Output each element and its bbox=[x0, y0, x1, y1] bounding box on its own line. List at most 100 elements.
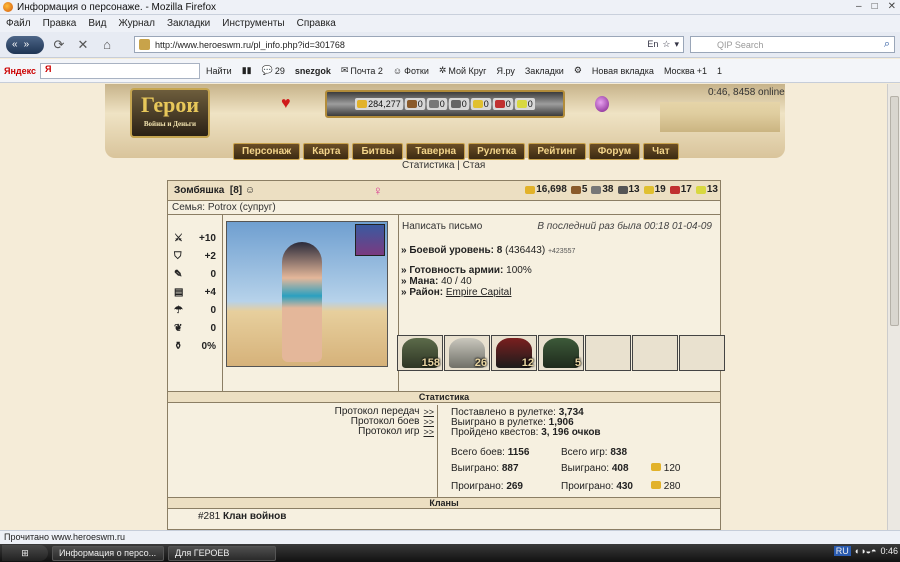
page-content: Герои Войны и Деньги ♥ 284,277 0 0 0 0 0 … bbox=[0, 84, 887, 530]
lang-indicator-tray[interactable]: RU bbox=[833, 546, 851, 556]
menu-chat[interactable]: Чат bbox=[643, 143, 679, 160]
circle-item[interactable]: ✲ Мой Круг bbox=[439, 65, 487, 76]
url-bar[interactable]: http://www.heroeswm.ru/pl_info.php?id=30… bbox=[134, 36, 684, 53]
menu-bookmarks[interactable]: Закладки bbox=[167, 18, 210, 29]
player-sulfur: 19 bbox=[643, 184, 666, 195]
newtab-item[interactable]: Новая вкладка bbox=[592, 66, 654, 76]
chart-icon[interactable]: ▮▮ bbox=[242, 65, 252, 76]
menu-view[interactable]: Вид bbox=[88, 18, 106, 29]
menu-battles[interactable]: Битвы bbox=[352, 143, 404, 160]
book-icon: ▤ bbox=[174, 286, 184, 298]
player-wood: 5 bbox=[570, 184, 587, 195]
district-link[interactable]: Empire Capital bbox=[446, 287, 512, 298]
protocol-row: Протокол игр >> bbox=[358, 426, 434, 438]
attributes-column: ⚔ +10 ⛉ +2 ✎ 0 ▤ +4 ☂ 0 ❦ 0 ⚱ 0% bbox=[168, 215, 223, 391]
url-text[interactable]: http://www.heroeswm.ru/pl_info.php?id=30… bbox=[155, 40, 345, 50]
character-header: Зомбяшка [8] ☺ ♀ 16,698 5 38 13 19 17 13 bbox=[168, 181, 720, 201]
menu-map[interactable]: Карта bbox=[303, 143, 350, 160]
combat-level-line: » Боевой уровень: 8 (436443) +423557 bbox=[401, 245, 576, 256]
menu-forum[interactable]: Форум bbox=[588, 143, 641, 160]
menu-roulette[interactable]: Рулетка bbox=[468, 143, 526, 160]
menu-help[interactable]: Справка bbox=[297, 18, 336, 29]
yandex-search-input[interactable]: Я bbox=[40, 62, 201, 79]
mail-item[interactable]: ✉ Почта 2 bbox=[341, 65, 383, 76]
army-slot[interactable]: 158 bbox=[397, 335, 443, 371]
spellbook-icon[interactable] bbox=[355, 224, 385, 256]
site-icon bbox=[139, 39, 150, 50]
crystal-resource: 0 bbox=[492, 98, 513, 110]
menu-character[interactable]: Персонаж bbox=[233, 143, 301, 160]
army-slot[interactable]: 12 bbox=[491, 335, 537, 371]
gear-icon[interactable]: ⚙ bbox=[574, 65, 582, 76]
game-logo[interactable]: Герои Войны и Деньги bbox=[130, 88, 210, 138]
stats-header: Статистика bbox=[168, 391, 720, 403]
yandex-logo[interactable]: Яндекс bbox=[4, 66, 36, 76]
window-controls[interactable]: – □ ✕ bbox=[856, 1, 896, 12]
sulfur-resource: 0 bbox=[470, 98, 491, 110]
heart-icon[interactable]: ♥ bbox=[281, 95, 291, 113]
star-icon[interactable]: ☆ bbox=[662, 39, 670, 50]
army-slot[interactable] bbox=[679, 335, 725, 371]
photo-icon: ☺ bbox=[392, 65, 403, 76]
total-games: Всего игр: 838 bbox=[561, 447, 628, 458]
yandex-toolbar: Яндекс Я Найти ▮▮ 💬 29 snezgok ✉ Почта 2 ☺… bbox=[0, 59, 900, 83]
mana-line: » Мана: 40 / 40 bbox=[401, 276, 472, 287]
yaru-item[interactable]: Я.ру bbox=[496, 66, 514, 76]
count-item[interactable]: 1 bbox=[717, 66, 722, 76]
bookmarks-item[interactable]: Закладки bbox=[525, 66, 564, 76]
battles-link[interactable]: >> bbox=[423, 417, 434, 427]
vertical-scrollbar[interactable] bbox=[887, 84, 900, 530]
character-card: Зомбяшка [8] ☺ ♀ 16,698 5 38 13 19 17 13… bbox=[167, 180, 725, 530]
character-portrait bbox=[226, 221, 388, 367]
clans-header: Кланы bbox=[168, 497, 720, 509]
army-slot[interactable]: 5 bbox=[538, 335, 584, 371]
task-firefox[interactable]: Информация о персо... bbox=[52, 545, 164, 561]
circle-icon: ✲ bbox=[438, 65, 447, 75]
photos-item[interactable]: ☺ Фотки bbox=[393, 66, 429, 76]
menu-edit[interactable]: Правка bbox=[43, 18, 77, 29]
home-icon[interactable]: ⌂ bbox=[98, 36, 116, 54]
dropdown-icon[interactable]: ▾ bbox=[674, 39, 679, 50]
start-button[interactable]: ⊞ bbox=[2, 545, 48, 561]
yandex-go-button[interactable]: Найти bbox=[206, 66, 232, 76]
menu-history[interactable]: Журнал bbox=[118, 18, 155, 29]
army-slot[interactable] bbox=[585, 335, 631, 371]
user-item[interactable]: snezgok bbox=[295, 66, 331, 76]
knowledge-attr: ▤ +4 bbox=[174, 286, 216, 298]
tray-icons[interactable]: ◐◑◒◓ bbox=[855, 546, 877, 556]
transfers-link[interactable]: >> bbox=[423, 407, 434, 417]
comment-icon: 💬 bbox=[261, 65, 273, 75]
reload-icon[interactable]: ⟳ bbox=[50, 36, 68, 54]
district-line: » Район: Empire Capital bbox=[401, 287, 512, 298]
army-slot[interactable]: 26 bbox=[444, 335, 490, 371]
game-menu: Персонаж Карта Битвы Таверна Рулетка Рей… bbox=[233, 143, 679, 160]
task-folder[interactable]: Для ГЕРОЕВ bbox=[168, 545, 276, 561]
defense-attr: ⛉ +2 bbox=[174, 250, 216, 262]
comments-item[interactable]: 💬 29 bbox=[262, 65, 285, 76]
menu-rating[interactable]: Рейтинг bbox=[528, 143, 586, 160]
clan-entry[interactable]: #281 Клан войнов bbox=[198, 511, 286, 522]
spellpower-attr: ✎ 0 bbox=[174, 268, 216, 280]
weather-item[interactable]: Москва +1 bbox=[664, 66, 707, 76]
army-slot[interactable] bbox=[632, 335, 678, 371]
player-ore: 38 bbox=[591, 184, 614, 195]
games-link[interactable]: >> bbox=[423, 427, 434, 437]
write-letter-link[interactable]: Написать письмо bbox=[402, 221, 482, 232]
search-input[interactable]: QIP Search ⌕ bbox=[690, 36, 895, 53]
status-bar: Прочитано www.heroeswm.ru bbox=[0, 530, 900, 544]
menu-tavern[interactable]: Таверна bbox=[406, 143, 466, 160]
menu-file[interactable]: Файл bbox=[6, 18, 31, 29]
character-figure bbox=[282, 242, 322, 362]
mana-potion-icon[interactable] bbox=[595, 96, 609, 112]
back-button[interactable]: «» bbox=[6, 35, 44, 54]
family-line[interactable]: Семья: Potrox (супруг) bbox=[168, 201, 720, 215]
search-icon[interactable]: ⌕ bbox=[884, 38, 890, 51]
castle-decoration bbox=[660, 102, 780, 132]
scroll-thumb[interactable] bbox=[890, 96, 899, 326]
menu-tools[interactable]: Инструменты bbox=[222, 18, 284, 29]
player-mercury: 13 bbox=[617, 184, 640, 195]
stats-numbers: Поставлено в рулетке: 3,734 Выиграно в р… bbox=[441, 405, 720, 497]
submenu[interactable]: Статистика | Стая bbox=[402, 160, 485, 171]
stop-icon[interactable]: ✕ bbox=[74, 36, 92, 54]
player-gems: 13 bbox=[695, 184, 718, 195]
